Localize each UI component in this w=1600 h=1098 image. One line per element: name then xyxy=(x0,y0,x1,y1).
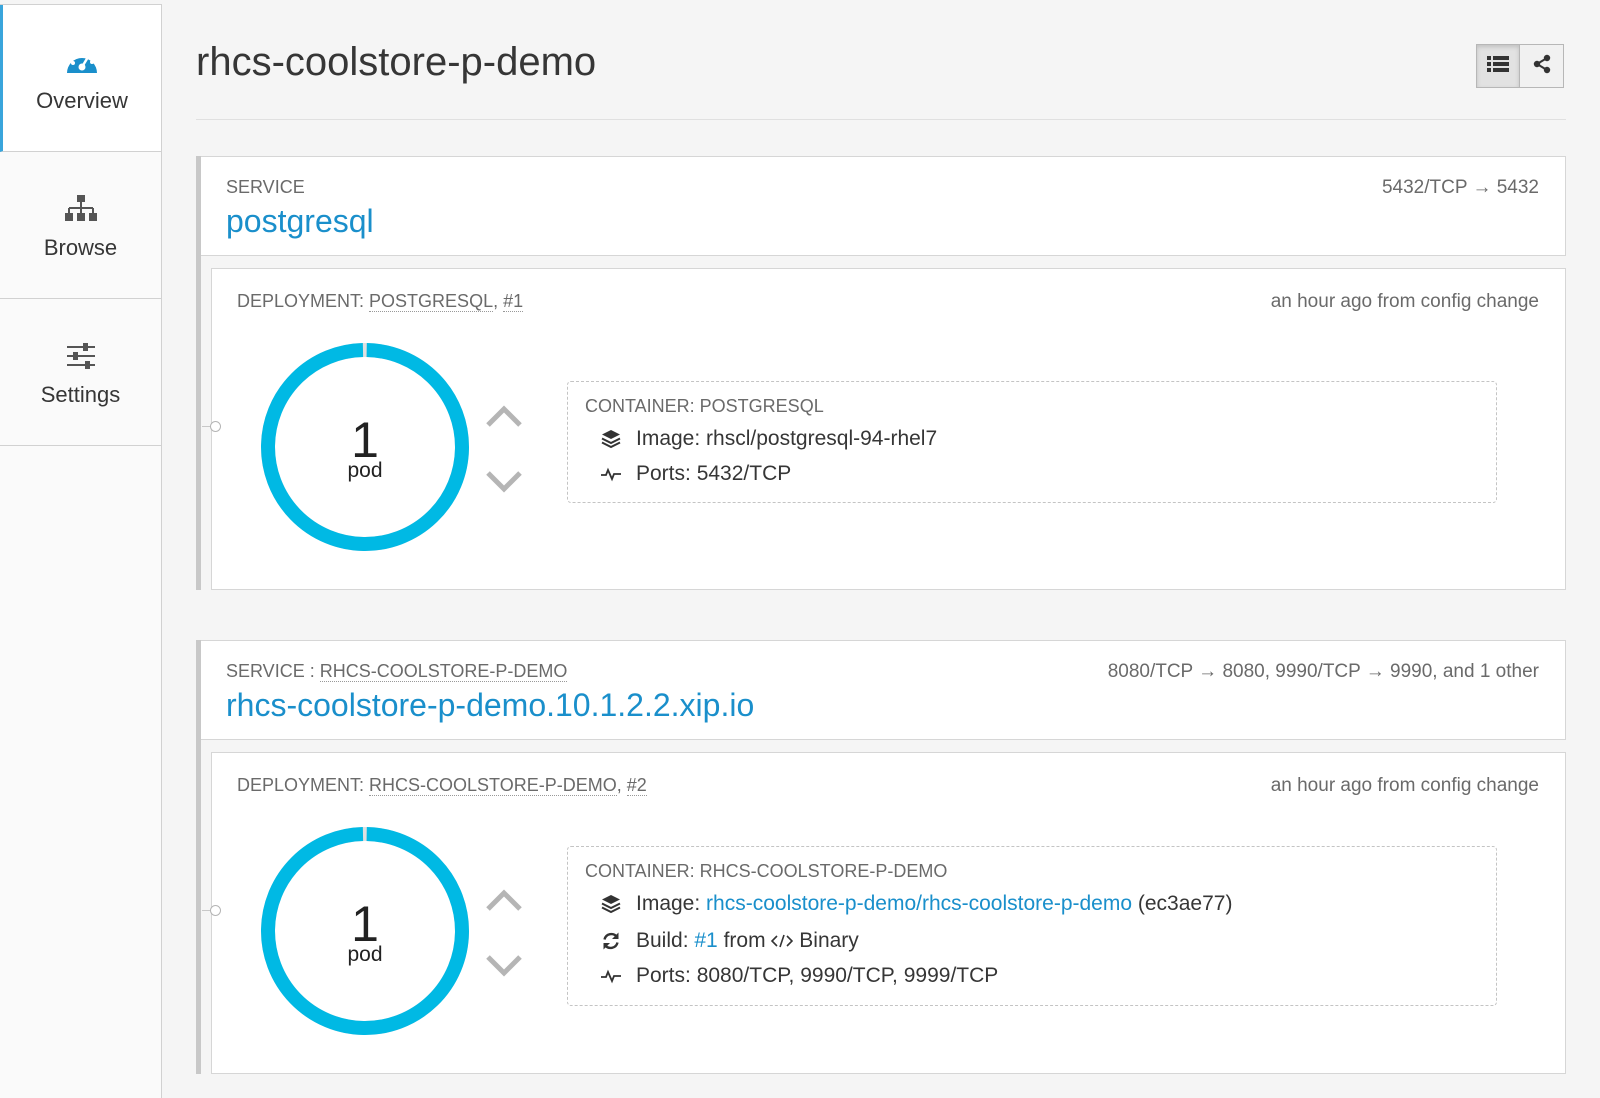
ports-value: 5432/TCP xyxy=(696,462,792,485)
chevron-up-icon xyxy=(485,404,523,433)
container-label: CONTAINER: RHCS-COOLSTORE-P-DEMO xyxy=(585,861,948,881)
sitemap-icon xyxy=(61,189,101,229)
image-link[interactable]: rhcs-coolstore-p-demo/rhcs-coolstore-p-d… xyxy=(706,892,1132,916)
sidebar-item-label: Browse xyxy=(43,235,118,260)
deployment-separator: , xyxy=(616,775,622,795)
connector-dot xyxy=(210,421,221,432)
service-route-link[interactable]: rhcs-coolstore-p-demo.10.1.2.2.xip.io xyxy=(226,687,754,724)
deployment-prefix: DEPLOYMENT: xyxy=(237,291,365,311)
deployment-timestamp: an hour ago from config change xyxy=(1270,775,1539,796)
sidebar-item-label: Overview xyxy=(36,88,128,113)
deployment-timestamp: an hour ago from config change xyxy=(1270,291,1539,312)
sidebar-item-settings[interactable]: Settings xyxy=(0,299,161,446)
container-label: CONTAINER: POSTGRESQL xyxy=(585,396,824,416)
deployment-separator: , xyxy=(493,291,499,311)
deployment-label: DEPLOYMENT: RHCS-COOLSTORE-P-DEMO, #2 xyxy=(237,775,647,796)
pulse-icon xyxy=(600,463,622,485)
deployment-revision-link[interactable]: #2 xyxy=(626,775,647,796)
service-ports: 8080/TCP → 8080, 9990/TCP → 9990, and 1 … xyxy=(1107,661,1539,682)
sidebar-item-browse[interactable]: Browse xyxy=(0,152,161,299)
layers-icon xyxy=(600,428,622,450)
ports-label: Ports: xyxy=(636,462,691,485)
deployment-revision-link[interactable]: #1 xyxy=(503,291,524,312)
deployment-card: DEPLOYMENT: POSTGRESQL, #1 an hour ago f… xyxy=(202,268,1566,590)
layers-icon xyxy=(600,893,622,915)
deployment-prefix: DEPLOYMENT: xyxy=(237,775,365,795)
image-label: Image: xyxy=(636,892,701,915)
topology-view-button[interactable] xyxy=(1520,44,1564,88)
container-box: CONTAINER: RHCS-COOLSTORE-P-DEMO Image: … xyxy=(567,846,1497,1006)
scale-down-button[interactable] xyxy=(484,953,524,983)
sidebar-item-overview[interactable]: Overview xyxy=(0,5,161,152)
container-image-row: Image: rhcs-coolstore-p-demo/rhcs-coolst… xyxy=(600,890,1232,918)
sidebar-item-label: Settings xyxy=(40,382,121,407)
service-label: SERVICE xyxy=(226,177,305,197)
service-label-prefix: SERVICE : xyxy=(226,661,315,681)
image-hash: (ec3ae77) xyxy=(1137,892,1233,915)
scale-up-button[interactable] xyxy=(484,403,524,433)
image-name: rhscl/postgresql-94-rhel7 xyxy=(706,427,938,450)
scale-down-button[interactable] xyxy=(484,469,524,499)
deployment-name-link[interactable]: RHCS-COOLSTORE-P-DEMO xyxy=(369,775,617,796)
build-from: from xyxy=(723,929,766,952)
sidebar-nav: Overview Browse Settings xyxy=(0,4,162,1098)
list-view-icon xyxy=(1487,55,1509,78)
chevron-up-icon xyxy=(485,888,523,917)
service-header: SERVICE postgresql 5432/TCP → 5432 xyxy=(201,156,1566,256)
build-label: Build: xyxy=(636,929,689,952)
page-title: rhcs-coolstore-p-demo xyxy=(196,40,597,84)
pulse-icon xyxy=(600,965,622,987)
deployment-label: DEPLOYMENT: POSTGRESQL, #1 xyxy=(237,291,524,312)
code-icon xyxy=(771,933,794,949)
connector-dot xyxy=(210,905,221,916)
ports-value: 8080/TCP, 9990/TCP, 9999/TCP xyxy=(696,964,999,987)
build-link[interactable]: #1 xyxy=(694,929,717,953)
container-box: CONTAINER: POSTGRESQL Image: rhscl/postg… xyxy=(567,381,1497,503)
service-header: SERVICE : RHCS-COOLSTORE-P-DEMO rhcs-coo… xyxy=(201,640,1566,740)
chevron-down-icon xyxy=(485,470,523,499)
build-source: Binary xyxy=(799,929,859,952)
container-ports-row: Ports: 5432/TCP xyxy=(600,460,791,488)
view-toggle xyxy=(1476,44,1564,88)
pod-label: pod xyxy=(347,459,383,482)
image-label: Image: xyxy=(636,427,701,450)
dashboard-icon xyxy=(62,42,102,82)
container-ports-row: Ports: 8080/TCP, 9990/TCP, 9999/TCP xyxy=(600,962,998,990)
deployment-name-link[interactable]: POSTGRESQL xyxy=(369,291,494,312)
share-alt-icon xyxy=(1532,54,1552,79)
chevron-down-icon xyxy=(485,954,523,983)
service-card-rhcs-coolstore: SERVICE : RHCS-COOLSTORE-P-DEMO rhcs-coo… xyxy=(196,640,1566,1074)
ports-label: Ports: xyxy=(636,964,691,987)
service-ports: 5432/TCP → 5432 xyxy=(1381,177,1539,198)
service-name-link[interactable]: postgresql xyxy=(226,203,374,240)
container-image-row: Image: rhscl/postgresql-94-rhel7 xyxy=(600,425,937,453)
container-build-row: Build: #1 from Binary xyxy=(600,927,859,955)
sliders-icon xyxy=(61,336,101,376)
deployment-card: DEPLOYMENT: RHCS-COOLSTORE-P-DEMO, #2 an… xyxy=(202,752,1566,1074)
service-label: SERVICE : RHCS-COOLSTORE-P-DEMO xyxy=(226,661,568,682)
scale-up-button[interactable] xyxy=(484,887,524,917)
pod-label: pod xyxy=(347,943,383,966)
header-divider xyxy=(196,119,1566,120)
refresh-icon xyxy=(600,930,622,952)
service-card-postgresql: SERVICE postgresql 5432/TCP → 5432 DEPLO… xyxy=(196,156,1566,590)
service-label-name-link[interactable]: RHCS-COOLSTORE-P-DEMO xyxy=(319,661,568,682)
list-view-button[interactable] xyxy=(1476,44,1520,88)
